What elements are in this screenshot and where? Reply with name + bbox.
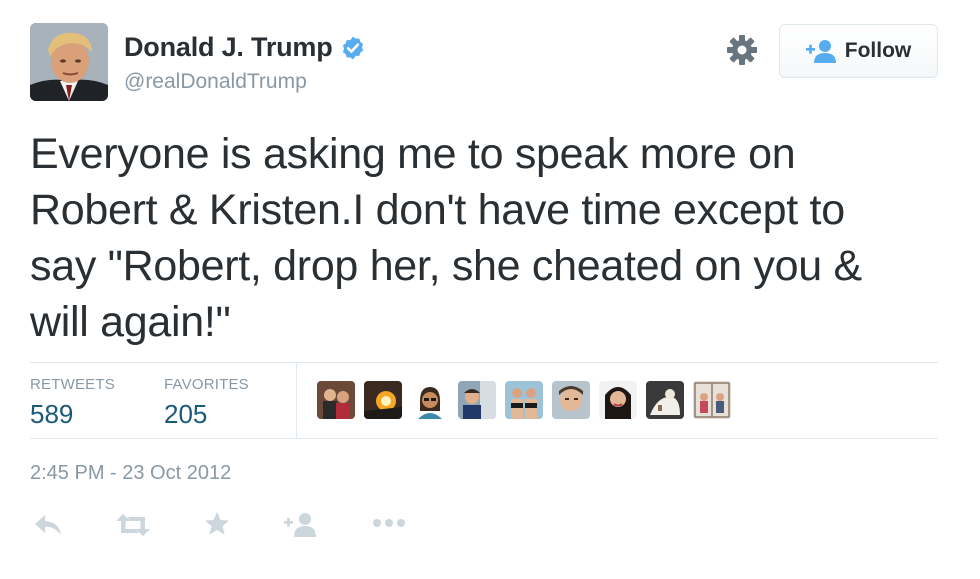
- gear-icon[interactable]: [726, 34, 758, 66]
- tweet-text-line: Robert & Kristen.I don't have time excep…: [30, 186, 845, 234]
- favorites-count: 205: [164, 399, 208, 429]
- user-avatar[interactable]: [30, 23, 108, 101]
- name-row: Donald J. Trump: [124, 32, 366, 63]
- stats-separator: [296, 362, 297, 438]
- tweet-card: Donald J. Trump @realDonaldTrump Follow …: [0, 0, 980, 579]
- more-icon[interactable]: [372, 518, 406, 528]
- display-name[interactable]: Donald J. Trump: [124, 32, 333, 63]
- verified-badge-icon: [342, 36, 363, 59]
- follow-icon: [805, 40, 836, 63]
- tweet-text-line: will again!": [30, 298, 231, 346]
- retweets-stat[interactable]: RETWEETS 589: [30, 376, 115, 430]
- favorite-icon[interactable]: [204, 511, 230, 537]
- user-handle[interactable]: @realDonaldTrump: [124, 70, 307, 94]
- favoriter-avatar[interactable]: [458, 381, 496, 419]
- tweet-timestamp[interactable]: 2:45 PM - 23 Oct 2012: [30, 462, 231, 485]
- favorites-stat[interactable]: FAVORITES 205: [164, 376, 249, 430]
- retweets-count: 589: [30, 399, 74, 429]
- avatar-image: [30, 23, 108, 101]
- favoriter-avatar[interactable]: [411, 381, 449, 419]
- favoriter-avatar[interactable]: [693, 381, 731, 419]
- favorites-label: FAVORITES: [164, 376, 249, 393]
- follow-user-icon[interactable]: [284, 512, 316, 537]
- follow-button-label: Follow: [844, 39, 912, 62]
- retweets-label: RETWEETS: [30, 376, 115, 393]
- favoriter-avatar[interactable]: [505, 381, 543, 419]
- retweet-icon[interactable]: [116, 514, 150, 536]
- reply-icon[interactable]: [34, 514, 62, 536]
- tweet-text-line: say "Robert, drop her, she cheated on yo…: [30, 242, 862, 290]
- favoriter-avatars: [317, 381, 740, 419]
- favoriter-avatar[interactable]: [317, 381, 355, 419]
- stats-bottom-divider: [30, 438, 938, 439]
- favoriter-avatar[interactable]: [364, 381, 402, 419]
- tweet-text: Everyone is asking me to speak more on R…: [30, 126, 950, 350]
- favoriter-avatar[interactable]: [646, 381, 684, 419]
- favoriter-avatar[interactable]: [552, 381, 590, 419]
- tweet-text-line: Everyone is asking me to speak more on: [30, 130, 796, 178]
- favoriter-avatar[interactable]: [599, 381, 637, 419]
- follow-button[interactable]: Follow: [779, 24, 938, 78]
- tweet-stats: RETWEETS 589 FAVORITES 205: [30, 362, 938, 438]
